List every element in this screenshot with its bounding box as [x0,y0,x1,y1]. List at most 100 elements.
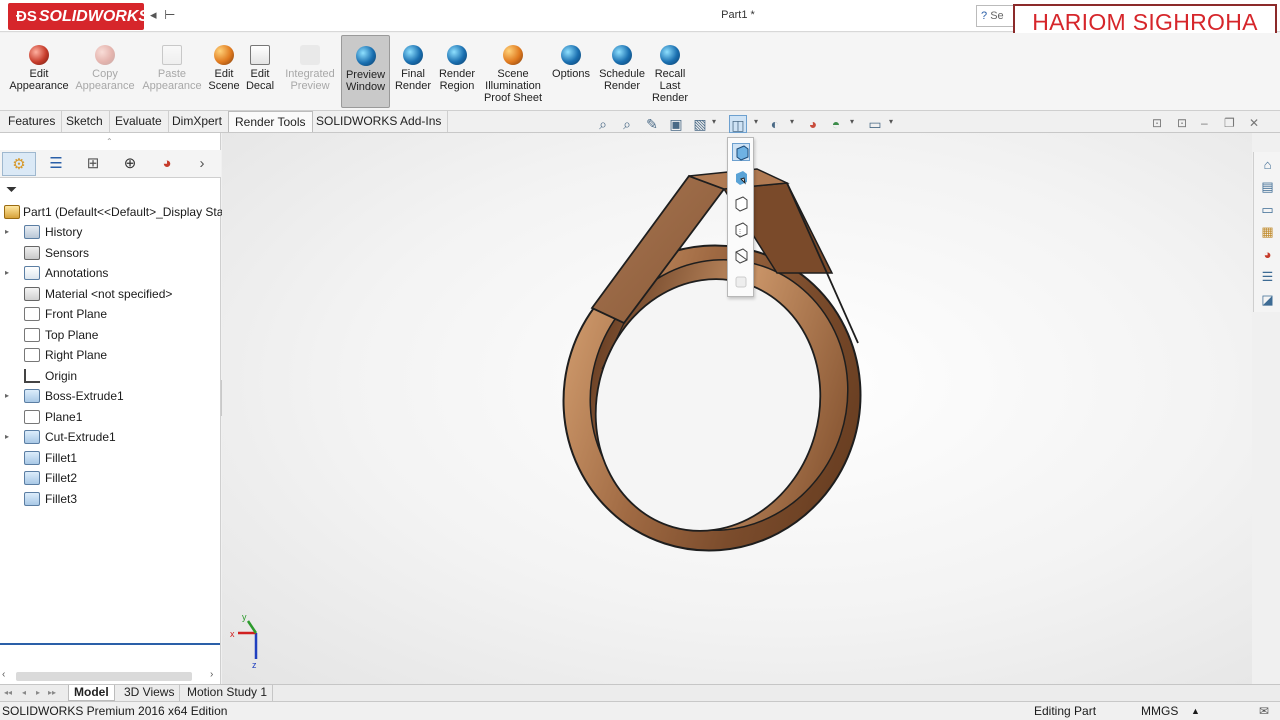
scene-illumination-proof-sheet-button[interactable]: Scene Illumination Proof Sheet [482,35,544,109]
edit-decal-button[interactable]: Edit Decal [244,35,276,109]
hidden-lines-removed-icon[interactable] [732,195,750,213]
unit-system-selector[interactable]: MMGS [1141,704,1178,718]
scroll-left-icon[interactable]: ‹ [2,669,5,680]
displaymanager-tab-icon[interactable]: ◕ [150,152,184,176]
copy-appearance-label: Copy Appearance [75,68,135,92]
zoom-to-area-icon[interactable]: ⌕ [618,115,636,133]
appearances-scenes-icon[interactable]: ◕ [1259,246,1276,263]
edit-scene-button[interactable]: Edit Scene [207,35,241,109]
wireframe-icon[interactable] [732,247,750,265]
apply-scene-caret-icon[interactable]: ▾ [850,117,854,126]
configurationmanager-tab-icon[interactable]: ⊞ [76,152,110,176]
fillet-icon [24,491,40,506]
close-icon[interactable]: ✕ [1249,116,1259,130]
tree-item-label: History [45,225,83,239]
expand-chevron-icon[interactable]: ▸ [5,263,13,283]
recall-last-render-button[interactable]: Recall Last Render [650,35,690,109]
rollback-bar[interactable] [0,643,220,645]
scene-illumination-label: Scene Illumination Proof Sheet [483,68,543,104]
tab-3d-views[interactable]: 3D Views [119,685,181,701]
search-commands-input[interactable]: ? Se [976,5,1016,27]
panel-splitter-handle[interactable]: ⌃ [106,137,113,146]
restore-icon[interactable]: ❐ [1224,116,1235,130]
view-settings-caret-icon[interactable]: ▾ [889,117,893,126]
integrated-preview-label: Integrated Preview [285,68,335,92]
view-settings-icon[interactable]: ▭ [866,115,884,133]
tree-item-label: Fillet1 [45,450,78,465]
expand-chevron-icon[interactable]: ▸ [5,222,13,242]
previous-view-icon[interactable]: ✎ [643,115,661,133]
paste-appearance-label: Paste Appearance [142,68,202,92]
tab-dimxpert[interactable]: DimXpert [166,111,230,132]
paste-appearance-button[interactable]: Paste Appearance [140,35,204,109]
options-button[interactable]: Options [549,35,593,109]
shaded-icon[interactable] [732,169,750,187]
tab-motion-study-1[interactable]: Motion Study 1 [182,685,274,701]
scroll-track[interactable] [16,672,192,681]
tile-window-icon[interactable]: ⊡ [1152,116,1162,130]
unit-caret-icon[interactable]: ▲ [1191,706,1200,716]
render-region-button[interactable]: Render Region [436,35,478,109]
edit-appearance-view-icon[interactable]: ◕ [804,115,822,133]
svg-text:y: y [242,612,247,622]
forum-icon[interactable]: ◪ [1259,291,1276,308]
horizontal-scrollbar[interactable]: ‹ › [2,669,218,683]
copy-appearance-button[interactable]: Copy Appearance [74,35,136,109]
tab-features[interactable]: Features [2,111,63,132]
solidworks-resources-icon[interactable]: ⌂ [1259,156,1276,173]
coordinate-triad: x y z [230,612,258,670]
help-icon[interactable]: ? [981,10,987,22]
integrated-preview-button[interactable]: Integrated Preview [282,35,338,109]
view-orientation-icon[interactable]: ▧ [691,115,709,133]
integrated-preview-icon [300,45,320,65]
options-label: Options [552,68,590,80]
feature-manager-tabs: ⚙ ☰ ⊞ ⊕ ◕ › [0,150,221,178]
expand-chevron-icon[interactable]: ▸ [5,386,13,406]
title-bar: ƉS SOLIDWORKS ◂ ⊢ Part1 * ? Se HARIOM SIG… [0,0,1280,40]
custom-properties-icon[interactable]: ☰ [1259,268,1276,285]
tab-solidworks-add-ins[interactable]: SOLIDWORKS Add-Ins [310,111,449,132]
expand-chevron-icon[interactable]: ▸ [5,427,13,447]
prev-tab-icon[interactable]: ◂ [22,688,26,697]
tab-sketch[interactable]: Sketch [60,111,110,132]
final-render-button[interactable]: Final Render [394,35,432,109]
apply-scene-icon[interactable]: ◓ [827,115,845,133]
minimize-icon[interactable]: – [1201,116,1208,130]
next-tab-icon[interactable]: ▸ [36,688,40,697]
view-palette-icon[interactable]: ▦ [1259,223,1276,240]
featuremanager-tab-icon[interactable]: ⚙ [2,152,36,176]
first-tab-icon[interactable]: ◂◂ [4,688,12,697]
svg-text:z: z [252,660,257,670]
tile-window-2-icon[interactable]: ⊡ [1177,116,1187,130]
last-tab-icon[interactable]: ▸▸ [48,688,56,697]
design-library-icon[interactable]: ▤ [1259,178,1276,195]
edit-appearance-button[interactable]: Edit Appearance [8,35,70,109]
schedule-render-button[interactable]: Schedule Render [597,35,647,109]
scroll-right-icon[interactable]: › [210,669,213,680]
more-tabs-chevron-icon[interactable]: › [192,152,212,176]
display-style-flyout [727,137,754,297]
tab-render-tools[interactable]: Render Tools [228,111,313,132]
draft-quality-icon[interactable] [732,273,750,291]
shaded-with-edges-icon[interactable] [732,143,750,161]
display-style-icon[interactable]: ◫ [729,115,747,133]
zoom-to-fit-icon[interactable]: ⌕ [594,115,612,133]
preview-window-button[interactable]: Preview Window [341,35,390,108]
hidden-lines-visible-icon[interactable] [732,221,750,239]
section-view-icon[interactable]: ▣ [667,115,685,133]
rebuild-comments-icon[interactable]: ✉ [1259,704,1269,718]
hide-show-caret-icon[interactable]: ▾ [790,117,794,126]
tab-evaluate[interactable]: Evaluate [109,111,169,132]
propertymanager-tab-icon[interactable]: ☰ [39,152,73,176]
hide-show-items-icon[interactable]: ◐ [766,115,784,133]
dimxpertmanager-tab-icon[interactable]: ⊕ [113,152,147,176]
cut-extrude-icon [24,430,40,444]
tab-model[interactable]: Model [68,685,115,701]
view-orientation-caret-icon[interactable]: ▾ [712,117,716,126]
file-explorer-icon[interactable]: ▭ [1259,201,1276,218]
command-manager-tabs: Features Sketch Evaluate DimXpert Render… [0,111,1280,133]
recall-last-render-label: Recall Last Render [651,68,689,104]
edit-scene-label: Edit Scene [208,68,240,92]
filter-icon[interactable]: ⏷ [6,181,22,197]
display-style-caret-icon[interactable]: ▾ [754,117,758,126]
